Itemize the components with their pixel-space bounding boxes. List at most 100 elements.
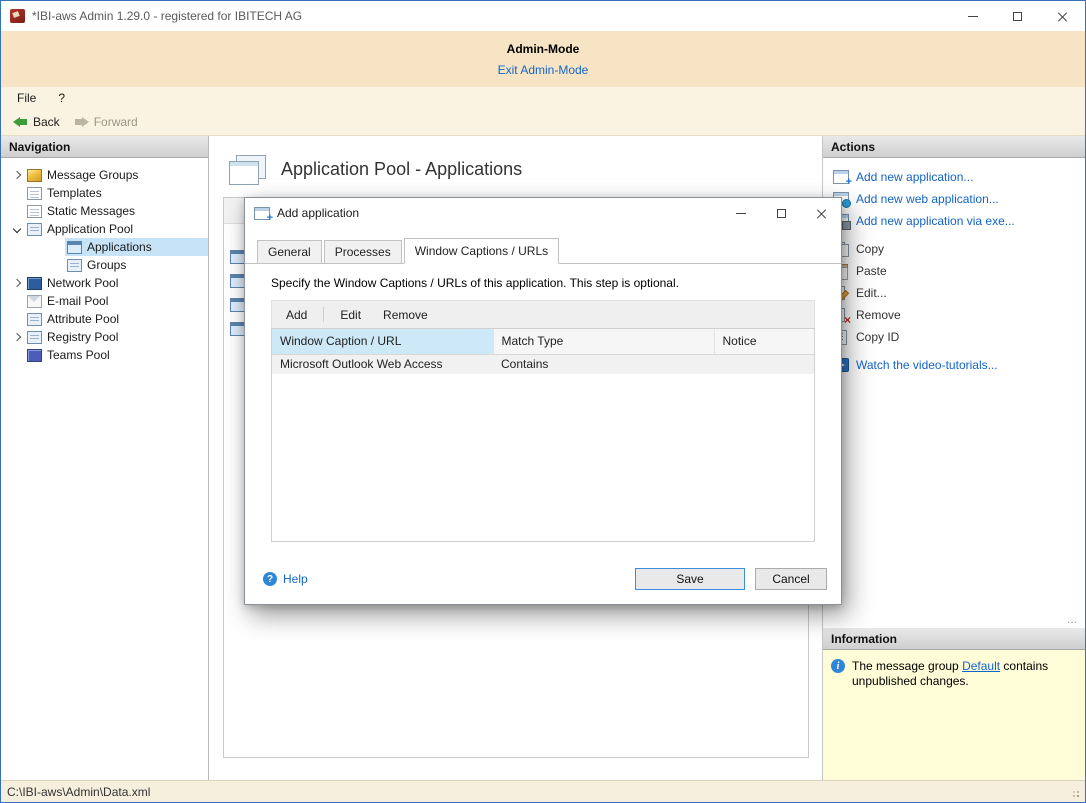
network-pool-icon xyxy=(27,277,42,290)
captions-edit-button[interactable]: Edit xyxy=(334,306,367,324)
action-copy-id[interactable]: Copy ID xyxy=(823,326,1085,348)
captions-add-button[interactable]: Add xyxy=(280,306,313,324)
groups-icon xyxy=(67,259,82,272)
dialog-description: Specify the Window Captions / URLs of th… xyxy=(271,276,815,290)
column-header-notice[interactable]: Notice xyxy=(714,329,814,354)
action-watch-video-tutorials[interactable]: Watch the video-tutorials... xyxy=(823,354,1085,376)
nav-item-applications[interactable]: Applications xyxy=(1,238,208,256)
action-add-new-application-via-exe[interactable]: Add new application via exe... xyxy=(823,210,1085,232)
close-icon xyxy=(816,208,827,219)
chevron-right-icon[interactable] xyxy=(9,172,25,178)
minimize-icon xyxy=(968,16,978,17)
nav-item-templates[interactable]: Templates xyxy=(1,184,208,202)
dialog-close-button[interactable] xyxy=(801,198,841,228)
add-application-dialog-icon xyxy=(254,207,270,220)
resize-grip[interactable] xyxy=(1067,785,1081,799)
save-button[interactable]: Save xyxy=(635,568,745,590)
window-controls xyxy=(950,1,1085,31)
message-groups-icon xyxy=(27,169,42,182)
captions-table: Window Caption / URL Match Type Notice M… xyxy=(271,328,815,542)
nav-item-application-pool[interactable]: Application Pool xyxy=(1,220,208,238)
information-panel: Information The message group Default co… xyxy=(823,628,1085,780)
nav-item-message-groups[interactable]: Message Groups xyxy=(1,166,208,184)
forward-button[interactable]: Forward xyxy=(74,115,138,129)
nav-item-email-pool[interactable]: E-mail Pool xyxy=(1,292,208,310)
navigation-tree: Message Groups Templates Static Messages… xyxy=(1,158,208,364)
forward-icon xyxy=(74,116,89,128)
statusbar: C:\IBI-aws\Admin\Data.xml xyxy=(1,780,1085,802)
table-row[interactable]: Microsoft Outlook Web Access Contains xyxy=(272,354,814,374)
page-title: Application Pool - Applications xyxy=(281,159,522,180)
nav-toolbar: Back Forward xyxy=(1,109,1085,136)
cell-match-type: Contains xyxy=(493,354,714,374)
statusbar-path: C:\IBI-aws\Admin\Data.xml xyxy=(7,785,150,799)
chevron-right-icon[interactable] xyxy=(9,334,25,340)
info-icon xyxy=(831,659,845,673)
window-title: *IBI-aws Admin 1.29.0 - registered for I… xyxy=(32,9,302,23)
action-edit[interactable]: Edit... xyxy=(823,282,1085,304)
add-application-dialog: Add application General Processes Window… xyxy=(244,197,842,605)
default-group-link[interactable]: Default xyxy=(962,659,1000,673)
applications-icon xyxy=(67,241,82,254)
templates-icon xyxy=(27,187,42,200)
application-pool-icon xyxy=(27,223,42,236)
static-messages-icon xyxy=(27,205,42,218)
action-copy[interactable]: Copy xyxy=(823,238,1085,260)
chevron-right-icon[interactable] xyxy=(9,280,25,286)
maximize-button[interactable] xyxy=(995,1,1040,31)
information-panel-header: Information xyxy=(823,628,1085,650)
information-message: The message group Default contains unpub… xyxy=(852,659,1077,689)
applications-page-icon xyxy=(229,155,265,184)
right-column: Actions Add new application... Add new w… xyxy=(822,136,1085,780)
nav-item-registry-pool[interactable]: Registry Pool xyxy=(1,328,208,346)
menu-help[interactable]: ? xyxy=(58,91,65,105)
action-paste[interactable]: Paste xyxy=(823,260,1085,282)
cancel-button[interactable]: Cancel xyxy=(755,568,827,590)
app-window: *IBI-aws Admin 1.29.0 - registered for I… xyxy=(0,0,1086,803)
help-link[interactable]: Help xyxy=(263,572,308,586)
tab-window-captions-urls[interactable]: Window Captions / URLs xyxy=(404,238,559,264)
close-button[interactable] xyxy=(1040,1,1085,31)
actions-overflow: ... xyxy=(1067,612,1077,626)
nav-item-groups[interactable]: Groups xyxy=(1,256,208,274)
action-add-new-web-application[interactable]: Add new web application... xyxy=(823,188,1085,210)
dialog-titlebar: Add application xyxy=(245,198,841,228)
navigation-panel-header: Navigation xyxy=(1,136,208,158)
captions-remove-button[interactable]: Remove xyxy=(377,306,434,324)
dialog-maximize-button[interactable] xyxy=(761,198,801,228)
back-icon xyxy=(13,116,28,128)
captions-toolbar: Add Edit Remove xyxy=(271,300,815,328)
menubar: File ? xyxy=(1,87,1085,109)
nav-item-network-pool[interactable]: Network Pool xyxy=(1,274,208,292)
dialog-tabs: General Processes Window Captions / URLs xyxy=(245,238,841,264)
cell-notice xyxy=(714,354,814,374)
back-button[interactable]: Back xyxy=(13,115,60,129)
page-header: Application Pool - Applications xyxy=(209,136,822,184)
column-header-window-caption-url[interactable]: Window Caption / URL xyxy=(272,329,493,354)
admin-mode-label: Admin-Mode xyxy=(1,42,1085,56)
tab-general[interactable]: General xyxy=(257,240,322,263)
nav-item-static-messages[interactable]: Static Messages xyxy=(1,202,208,220)
tab-processes[interactable]: Processes xyxy=(324,240,402,263)
action-remove[interactable]: Remove xyxy=(823,304,1085,326)
column-header-match-type[interactable]: Match Type xyxy=(493,329,714,354)
cell-window-caption: Microsoft Outlook Web Access xyxy=(272,354,493,374)
attribute-pool-icon xyxy=(27,313,42,326)
toolbar-separator xyxy=(323,307,324,322)
chevron-down-icon[interactable] xyxy=(9,226,25,232)
dialog-minimize-button[interactable] xyxy=(721,198,761,228)
information-body: The message group Default contains unpub… xyxy=(823,650,1085,780)
menu-file[interactable]: File xyxy=(17,91,36,105)
action-add-new-application[interactable]: Add new application... xyxy=(823,166,1085,188)
close-icon xyxy=(1057,11,1068,22)
actions-panel: Actions Add new application... Add new w… xyxy=(823,136,1085,628)
email-pool-icon xyxy=(27,295,42,308)
help-icon xyxy=(263,572,277,586)
exit-admin-mode-link[interactable]: Exit Admin-Mode xyxy=(498,63,589,77)
teams-pool-icon xyxy=(27,349,42,362)
nav-item-attribute-pool[interactable]: Attribute Pool xyxy=(1,310,208,328)
app-icon xyxy=(10,9,25,23)
nav-item-teams-pool[interactable]: Teams Pool xyxy=(1,346,208,364)
minimize-button[interactable] xyxy=(950,1,995,31)
dialog-title: Add application xyxy=(277,206,359,220)
